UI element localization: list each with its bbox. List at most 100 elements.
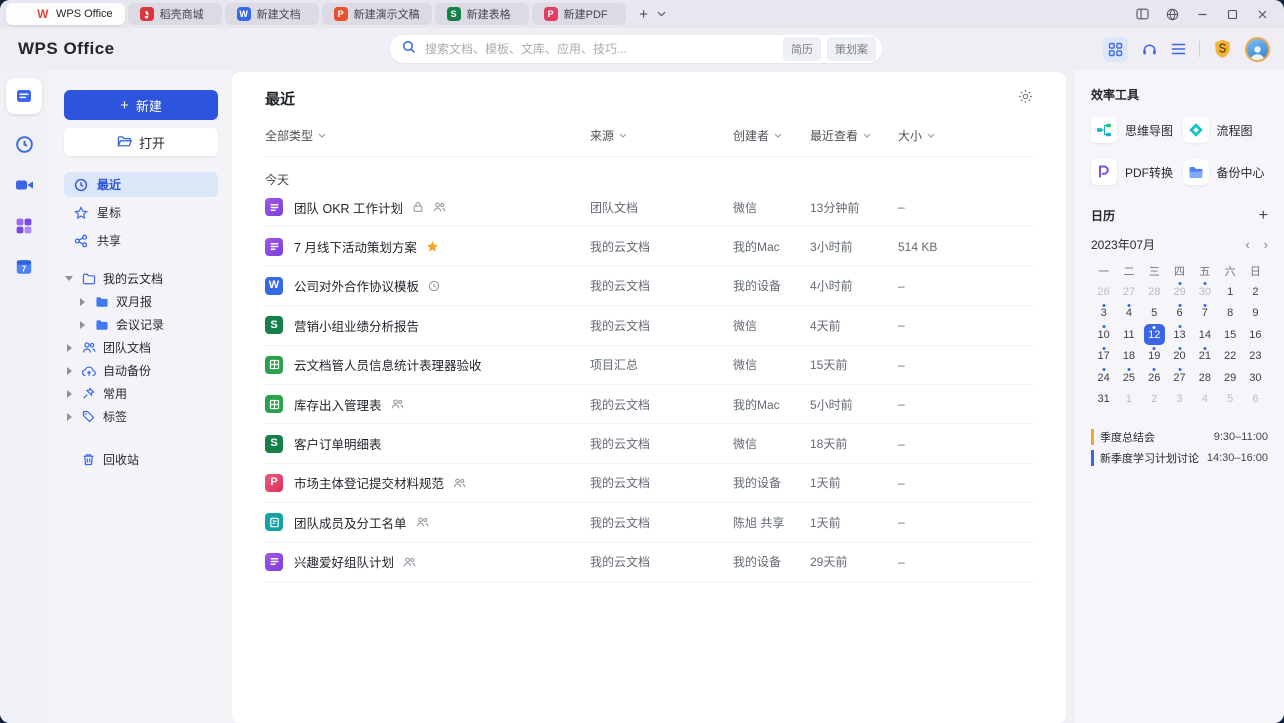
search-input[interactable] — [423, 41, 777, 57]
close-button[interactable] — [1250, 3, 1274, 25]
calendar-day[interactable]: 24 — [1091, 367, 1116, 389]
calendar-day[interactable]: 17 — [1091, 346, 1116, 368]
calendar-next-icon[interactable]: › — [1264, 237, 1268, 252]
file-name[interactable]: 云文档管人员信息统计表理器验收 — [294, 355, 482, 374]
tab-new-document[interactable]: W 新建文档 — [224, 3, 319, 25]
calendar-day[interactable]: 10 — [1091, 324, 1116, 346]
add-event-button[interactable]: + — [1259, 207, 1268, 224]
filter-size[interactable]: 大小 — [898, 127, 1033, 144]
calendar-day[interactable]: 21 — [1192, 346, 1217, 368]
filter-creator[interactable]: 创建者 — [733, 127, 810, 144]
calendar-day[interactable]: 4 — [1192, 389, 1217, 411]
calendar-day[interactable]: 27 — [1167, 367, 1192, 389]
calendar-day[interactable]: 5 — [1142, 303, 1167, 325]
calendar-day[interactable]: 27 — [1116, 281, 1141, 303]
filter-source[interactable]: 来源 — [590, 127, 733, 144]
list-settings-gear-icon[interactable] — [1018, 89, 1033, 109]
file-row[interactable]: 云文档管人员信息统计表理器验收 项目汇总 微信 15天前 – — [265, 346, 1033, 385]
calendar-day[interactable]: 28 — [1192, 367, 1217, 389]
tree-item-meeting-notes[interactable]: 会议记录 — [64, 313, 218, 336]
calendar-day[interactable]: 6 — [1167, 303, 1192, 325]
file-row[interactable]: 团队成员及分工名单 我的云文档 陈旭 共享 1天前 – — [265, 503, 1033, 543]
rail-meeting-icon[interactable] — [13, 174, 35, 196]
calendar-day[interactable]: 22 — [1217, 346, 1242, 368]
tool-flowchart[interactable]: 流程图 — [1182, 117, 1269, 143]
tab-new-presentation[interactable]: P 新建演示文稿 — [321, 3, 432, 25]
maximize-button[interactable] — [1220, 3, 1244, 25]
search-bar[interactable]: 简历 策划案 — [390, 35, 882, 63]
member-shield-icon[interactable] — [1213, 39, 1232, 59]
calendar-day[interactable]: 19 — [1142, 346, 1167, 368]
sidebar-item-recent[interactable]: 最近 — [64, 172, 218, 197]
new-button[interactable]: + 新建 — [64, 90, 218, 120]
file-name[interactable]: 库存出入管理表 — [294, 395, 382, 414]
rail-calendar-icon[interactable]: 7 — [13, 256, 35, 278]
globe-icon[interactable] — [1160, 3, 1184, 25]
tree-item-bimonthly-report[interactable]: 双月报 — [64, 290, 218, 313]
file-row[interactable]: P 市场主体登记提交材料规范 我的云文档 我的设备 1天前 – — [265, 464, 1033, 504]
file-name[interactable]: 兴趣爱好组队计划 — [294, 552, 394, 571]
apps-grid-icon[interactable] — [1103, 36, 1128, 62]
calendar-day[interactable]: 26 — [1142, 367, 1167, 389]
file-name[interactable]: 市场主体登记提交材料规范 — [294, 473, 444, 492]
open-button[interactable]: 打开 — [64, 128, 218, 156]
file-row[interactable]: S 客户订单明细表 我的云文档 微信 18天前 – — [265, 424, 1033, 464]
calendar-day[interactable]: 15 — [1217, 324, 1242, 346]
tool-pdf-convert[interactable]: PDF转换 — [1091, 159, 1177, 185]
rail-apps-icon[interactable] — [13, 215, 35, 237]
user-avatar[interactable] — [1245, 36, 1270, 62]
calendar-day[interactable]: 29 — [1217, 367, 1242, 389]
rail-documents-active[interactable] — [6, 78, 42, 114]
calendar-day[interactable]: 2 — [1243, 281, 1268, 303]
file-name[interactable]: 7 月线下活动策划方案 — [294, 237, 417, 256]
caret-right-icon[interactable] — [77, 297, 87, 306]
tree-item-frequent[interactable]: 常用 — [64, 382, 218, 405]
calendar-day[interactable]: 16 — [1243, 324, 1268, 346]
tab-docer-mall[interactable]: 稻壳商城 — [127, 3, 222, 25]
calendar-day[interactable]: 23 — [1243, 346, 1268, 368]
caret-down-icon[interactable] — [64, 276, 74, 281]
file-name[interactable]: 营销小组业绩分析报告 — [294, 316, 419, 335]
calendar-event[interactable]: 季度总结会 9:30–11:00 — [1091, 426, 1268, 447]
calendar-day[interactable]: 30 — [1192, 281, 1217, 303]
calendar-day[interactable]: 31 — [1091, 389, 1116, 411]
calendar-day[interactable]: 6 — [1243, 389, 1268, 411]
file-name[interactable]: 团队 OKR 工作计划 — [294, 198, 403, 217]
minimize-button[interactable] — [1190, 3, 1214, 25]
calendar-day[interactable]: 8 — [1217, 303, 1242, 325]
calendar-day[interactable]: 29 — [1167, 281, 1192, 303]
new-tab-button[interactable]: + — [633, 3, 655, 25]
file-name[interactable]: 客户订单明细表 — [294, 434, 382, 453]
search-tag-proposal[interactable]: 策划案 — [827, 37, 876, 61]
tool-mindmap[interactable]: 思维导图 — [1091, 117, 1177, 143]
calendar-day[interactable]: 26 — [1091, 281, 1116, 303]
calendar-day[interactable]: 30 — [1243, 367, 1268, 389]
file-row[interactable]: 库存出入管理表 我的云文档 我的Mac 5小时前 – — [265, 385, 1033, 425]
file-name[interactable]: 团队成员及分工名单 — [294, 513, 407, 532]
rail-clock-icon[interactable] — [13, 133, 35, 155]
file-row[interactable]: W 公司对外合作协议模板 我的云文档 我的设备 4小时前 – — [265, 267, 1033, 307]
tree-item-team-docs[interactable]: 团队文档 — [64, 336, 218, 359]
main-menu-icon[interactable] — [1171, 43, 1186, 55]
calendar-day[interactable]: 28 — [1142, 281, 1167, 303]
tab-new-spreadsheet[interactable]: S 新建表格 — [434, 3, 529, 25]
sidebar-item-trash[interactable]: 回收站 — [64, 448, 218, 471]
calendar-event[interactable]: 新季度学习计划讨论 14:30–16:00 — [1091, 447, 1268, 468]
tree-item-tags[interactable]: 标签 — [64, 405, 218, 428]
calendar-day[interactable]: 7 — [1192, 303, 1217, 325]
calendar-day[interactable]: 20 — [1167, 346, 1192, 368]
caret-right-icon[interactable] — [64, 366, 74, 375]
file-row[interactable]: S 营销小组业绩分析报告 我的云文档 微信 4天前 – — [265, 306, 1033, 346]
calendar-day[interactable]: 11 — [1116, 324, 1141, 346]
sidebar-item-starred[interactable]: 星标 — [64, 200, 218, 225]
caret-right-icon[interactable] — [64, 389, 74, 398]
file-row[interactable]: 兴趣爱好组队计划 我的云文档 我的设备 29天前 – — [265, 543, 1033, 582]
sidebar-item-shared[interactable]: 共享 — [64, 228, 218, 253]
calendar-day[interactable]: 1 — [1116, 389, 1141, 411]
tree-item-auto-backup[interactable]: 自动备份 — [64, 359, 218, 382]
caret-right-icon[interactable] — [64, 343, 74, 352]
calendar-day[interactable]: 1 — [1217, 281, 1242, 303]
tab-list-chevron-icon[interactable] — [657, 11, 666, 17]
search-tag-resume[interactable]: 简历 — [783, 37, 821, 61]
calendar-day[interactable]: 2 — [1142, 389, 1167, 411]
